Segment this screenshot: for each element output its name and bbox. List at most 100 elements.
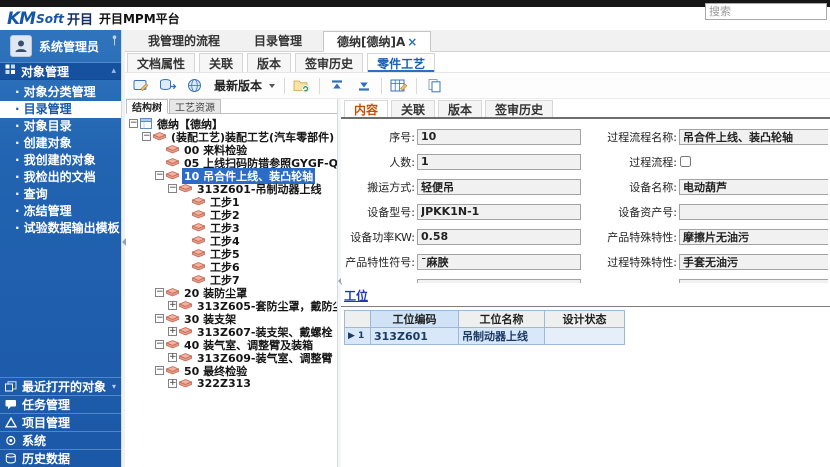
- collapse-node-icon[interactable]: −: [142, 132, 151, 141]
- copy-document-icon[interactable]: [424, 77, 444, 95]
- global-search-input[interactable]: [705, 3, 827, 20]
- close-tab-icon[interactable]: ×: [407, 35, 417, 49]
- tree-panel-tab[interactable]: 工艺资源: [169, 99, 221, 114]
- field-input[interactable]: [417, 229, 581, 245]
- field-input[interactable]: [417, 279, 581, 284]
- user-name: 系统管理员: [39, 38, 99, 55]
- column-header[interactable]: 工位编码: [371, 311, 459, 328]
- sidebar-item[interactable]: · 目录管理: [0, 101, 121, 118]
- tree-node[interactable]: −50 最终检验: [126, 364, 337, 377]
- km-logo: KM: [7, 9, 35, 29]
- content-tab[interactable]: 内容: [344, 100, 388, 117]
- dropdown-arrow-icon[interactable]: [269, 84, 275, 88]
- content-tab[interactable]: 签审历史: [485, 100, 553, 117]
- cell[interactable]: [545, 328, 625, 345]
- project-management-icon: [5, 417, 17, 428]
- doc-tab[interactable]: 零件工艺: [367, 53, 435, 72]
- collapse-node-icon[interactable]: −: [155, 340, 164, 349]
- sidebar-section-object-management[interactable]: 对象管理 ▴: [0, 62, 121, 80]
- sidebar-item[interactable]: ·创建对象: [0, 135, 121, 152]
- pin-icon[interactable]: [111, 31, 118, 50]
- main-tab[interactable]: 我管理的流程: [135, 30, 233, 51]
- station-link[interactable]: 工位: [344, 287, 368, 304]
- form-row: 设备型号:设备资产号:: [341, 199, 828, 224]
- cell[interactable]: 吊制动器上线: [459, 328, 545, 345]
- main-tab[interactable]: 目录管理: [241, 30, 315, 51]
- sidebar-item[interactable]: ·对象分类管理: [0, 84, 121, 101]
- align-bottom-icon[interactable]: [354, 77, 374, 95]
- content-tab[interactable]: 关联: [391, 100, 435, 117]
- field-input[interactable]: [679, 254, 828, 270]
- doc-tab[interactable]: 签审历史: [295, 53, 363, 72]
- sidebar-item[interactable]: ·冻结管理: [0, 203, 121, 220]
- doc-tab[interactable]: 版本: [247, 53, 291, 72]
- sidebar-section-recent-objects[interactable]: 最近打开的对象▾: [0, 377, 121, 395]
- history-data-icon: [5, 453, 17, 464]
- field-input[interactable]: [679, 129, 828, 145]
- user-row[interactable]: 系统管理员: [0, 30, 121, 62]
- sidebar-section-history-data[interactable]: 历史数据: [0, 449, 121, 467]
- collapse-node-icon[interactable]: −: [155, 288, 164, 297]
- field-input[interactable]: [679, 229, 828, 245]
- align-top-icon[interactable]: [327, 77, 347, 95]
- collapse-node-icon[interactable]: −: [168, 184, 177, 193]
- doc-tab[interactable]: 关联: [199, 53, 243, 72]
- database-export-icon[interactable]: [158, 77, 178, 95]
- sidebar-item-label: 目录管理: [24, 102, 72, 116]
- collapse-node-icon[interactable]: −: [129, 119, 138, 128]
- edit-table-icon[interactable]: [389, 77, 409, 95]
- field-input[interactable]: [417, 154, 581, 170]
- operation-icon: [192, 262, 205, 271]
- sidebar-section-system[interactable]: 系统: [0, 431, 121, 449]
- expand-node-icon[interactable]: +: [168, 379, 177, 388]
- sidebar-section-label: 项目管理: [22, 414, 70, 431]
- doc-tab[interactable]: 文档属性: [127, 53, 195, 72]
- column-header[interactable]: 工位名称: [459, 311, 545, 328]
- version-selector[interactable]: 最新版本: [212, 77, 277, 94]
- field-checkbox[interactable]: [680, 156, 691, 167]
- expand-node-icon[interactable]: +: [168, 327, 177, 336]
- field-input[interactable]: [417, 129, 581, 145]
- sidebar-item[interactable]: ·查询: [0, 186, 121, 203]
- version-selector-label: 最新版本: [214, 77, 262, 94]
- main-tab[interactable]: 德纳[德纳]A×: [323, 31, 431, 52]
- operation-icon: [166, 366, 179, 375]
- cell[interactable]: 313Z601: [371, 328, 459, 345]
- collapse-node-icon[interactable]: −: [155, 366, 164, 375]
- sidebar-section-project-management[interactable]: 项目管理: [0, 413, 121, 431]
- recent-objects-icon: [5, 381, 17, 392]
- sidebar-item[interactable]: ·对象目录: [0, 118, 121, 135]
- refresh-folder-icon[interactable]: [292, 77, 312, 95]
- sidebar-item[interactable]: ·我检出的文档: [0, 169, 121, 186]
- collapse-node-icon[interactable]: −: [155, 171, 164, 180]
- sidebar-bottom-sections: 最近打开的对象▾任务管理项目管理系统历史数据: [0, 377, 121, 467]
- expand-node-icon[interactable]: +: [168, 353, 177, 362]
- field-input[interactable]: [679, 204, 828, 220]
- field-input[interactable]: [417, 254, 581, 270]
- field-input[interactable]: [417, 179, 581, 195]
- column-header[interactable]: 设计状态: [545, 311, 625, 328]
- edit-properties-icon[interactable]: [131, 77, 151, 95]
- bullet-icon: ·: [15, 102, 20, 116]
- tree-panel-tab[interactable]: 结构树: [126, 99, 168, 114]
- sidebar-section-task-management[interactable]: 任务管理: [0, 395, 121, 413]
- sidebar-item[interactable]: ·试验数据输出模板: [0, 220, 121, 237]
- tree-node[interactable]: +322Z313: [126, 377, 337, 390]
- field-input[interactable]: [417, 204, 581, 220]
- field-input[interactable]: [679, 179, 828, 195]
- main-tab-label: 我管理的流程: [148, 32, 220, 49]
- row-selector-cell[interactable]: ▶ 1: [345, 328, 371, 345]
- sidebar-item[interactable]: ·我创建的对象: [0, 152, 121, 169]
- content-tab[interactable]: 版本: [438, 100, 482, 117]
- globe-icon[interactable]: [185, 77, 205, 95]
- main-tab-bar: 我管理的流程 目录管理德纳[德纳]A×: [125, 30, 830, 52]
- expand-node-icon[interactable]: +: [168, 301, 177, 310]
- table-row[interactable]: ▶ 1313Z601吊制动器上线: [345, 328, 625, 345]
- field-input[interactable]: [679, 279, 828, 284]
- collapse-node-icon[interactable]: −: [155, 314, 164, 323]
- form-row: 序号:过程流程名称:: [341, 124, 828, 149]
- soft-logo-text: Soft: [36, 12, 64, 26]
- chevron-down-icon[interactable]: ▾: [112, 382, 116, 391]
- collapse-section-icon[interactable]: ▴: [111, 66, 116, 76]
- field-label: 设备名称:: [581, 179, 677, 195]
